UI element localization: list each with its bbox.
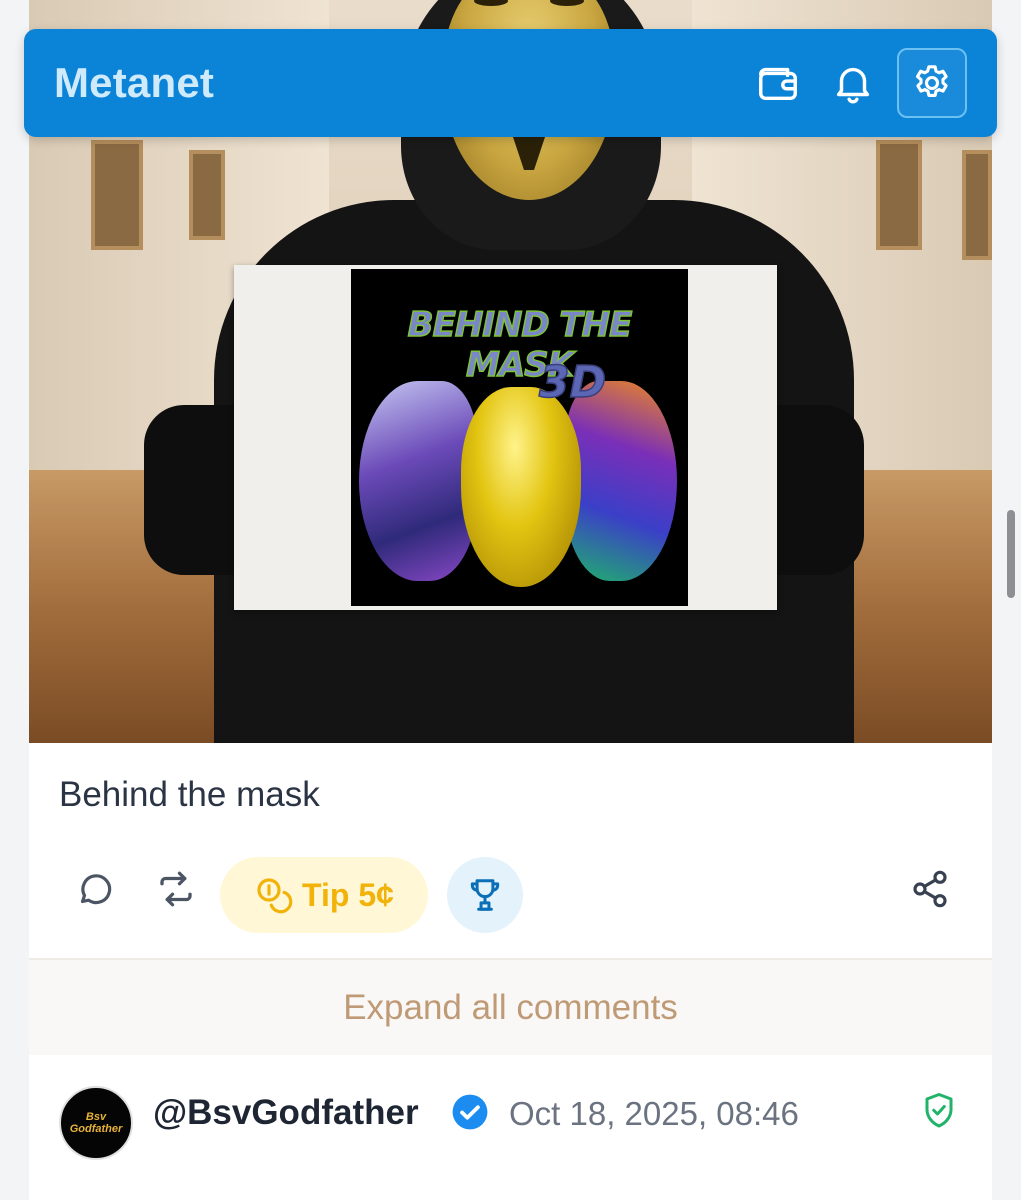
avatar-text: Bsv (85, 1111, 107, 1123)
repost-icon (160, 871, 192, 907)
top-navbar: Metanet (24, 29, 997, 137)
avatar-text: Godfather (69, 1123, 123, 1135)
wall-frame (189, 150, 225, 240)
wall-frame (962, 150, 992, 260)
post-text: Behind the mask (59, 775, 320, 814)
post-card: Behind the mask Tip 5¢ (29, 743, 992, 959)
comment-item: Bsv Godfather @BsvGodfather Oct 18, 2025… (29, 1055, 992, 1200)
art-mask-left (359, 381, 477, 581)
wall-frame (91, 140, 143, 250)
mask-eye (474, 0, 508, 6)
sign-title: BEHIND THE MASK (407, 304, 633, 386)
trophy-icon (470, 879, 500, 911)
comment-button[interactable] (72, 866, 118, 912)
sign-artwork: BEHIND THE MASK 3D (351, 269, 688, 606)
app-title[interactable]: Metanet (54, 59, 214, 107)
mask-eye (550, 0, 584, 6)
wall-frame (876, 140, 922, 250)
held-sign: BEHIND THE MASK 3D (234, 265, 777, 610)
repost-button[interactable] (153, 866, 199, 912)
art-mask-right (565, 381, 677, 581)
expand-comments-label: Expand all comments (343, 987, 678, 1027)
comment-timestamp: Oct 18, 2025, 08:46 (509, 1095, 799, 1132)
trophy-button[interactable] (447, 857, 523, 933)
verified-badge-icon (452, 1094, 488, 1130)
notifications-button[interactable] (818, 48, 888, 118)
tip-button[interactable]: Tip 5¢ (220, 857, 428, 933)
bell-icon (836, 67, 870, 104)
wallet-button[interactable] (743, 48, 813, 118)
shield-check-icon[interactable] (921, 1091, 957, 1131)
scrollbar[interactable] (1007, 510, 1015, 598)
share-icon (913, 870, 947, 908)
page: BEHIND THE MASK 3D Metanet Behind the ma… (0, 0, 1021, 1200)
share-button[interactable] (907, 866, 953, 912)
avatar[interactable]: Bsv Godfather (59, 1086, 133, 1160)
comment-username[interactable]: @BsvGodfather (153, 1093, 419, 1133)
coins-icon (257, 878, 293, 914)
tip-label: Tip 5¢ (302, 876, 394, 913)
settings-button[interactable] (897, 48, 967, 118)
art-mask-center (461, 387, 581, 587)
sign-subtitle: 3D (538, 356, 607, 409)
expand-comments-button[interactable]: Expand all comments (29, 960, 992, 1055)
wallet-icon (759, 67, 797, 101)
comment-icon (80, 874, 112, 905)
settings-icon (915, 65, 948, 98)
